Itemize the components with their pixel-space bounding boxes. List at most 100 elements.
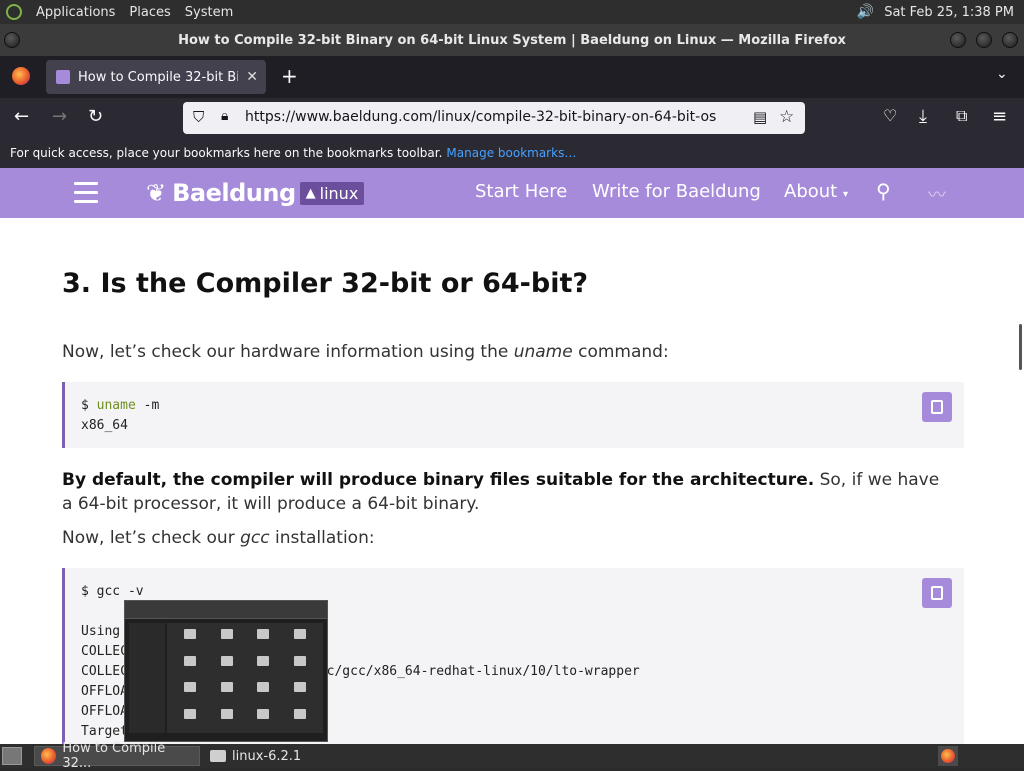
firefox-view-icon[interactable] [12, 67, 30, 85]
section-heading: 3. Is the Compiler 32-bit or 64-bit? [62, 268, 589, 299]
menu-places[interactable]: Places [129, 5, 170, 20]
folder-icon [220, 629, 233, 639]
p2-bold: By default, the compiler will produce bi… [62, 470, 815, 490]
taskbar-item-label: linux-6.2.1 [232, 748, 302, 764]
volume-icon[interactable]: 🔊 [857, 4, 874, 20]
folder-icon [220, 708, 233, 719]
brand-sub-label: linux [319, 183, 359, 203]
menu-applications[interactable]: Applications [36, 5, 115, 20]
paragraph-uname: Now, let’s check our hardware informatio… [62, 340, 942, 364]
tux-icon: ▲ [305, 185, 316, 201]
window-menu-button[interactable] [4, 32, 20, 48]
tab-strip: How to Compile 32-bit Binar ✕ + ⌄ [0, 56, 1024, 98]
folder-icon [257, 708, 270, 719]
firefox-icon [41, 748, 57, 764]
url-text[interactable]: https://www.baeldung.com/linux/compile-3… [245, 109, 716, 125]
scrollbar-thumb[interactable] [1019, 324, 1022, 370]
folder-icon [293, 682, 306, 692]
panel-logo-icon[interactable] [6, 4, 22, 20]
firefox-icon [941, 749, 955, 763]
new-tab-icon[interactable]: + [281, 64, 298, 88]
extensions-icon[interactable]: ⧉ [956, 106, 967, 126]
clipboard-icon [931, 586, 943, 600]
nav-start-here[interactable]: Start Here [475, 181, 567, 202]
forward-icon[interactable]: → [52, 106, 67, 127]
menu-system[interactable]: System [185, 5, 233, 20]
tab-title: How to Compile 32-bit Binar [78, 69, 238, 85]
navigation-toolbar: ← → ↻ ⛉ 🔒︎ https://www.baeldung.com/linu… [0, 98, 1024, 138]
clock[interactable]: Sat Feb 25, 1:38 PM [884, 5, 1014, 20]
taskbar-item-label: How to Compile 32... [62, 741, 166, 771]
p3-post: installation: [269, 528, 375, 548]
list-all-tabs-icon[interactable]: ⌄ [996, 66, 1008, 82]
lock-icon[interactable]: 🔒︎ [221, 108, 228, 124]
pocket-icon[interactable]: ♡ [883, 106, 897, 125]
back-icon[interactable]: ← [14, 106, 29, 127]
folder-icon [184, 655, 197, 666]
folder-icon [293, 708, 306, 719]
folder-icon [220, 682, 233, 692]
show-desktop-icon[interactable] [2, 747, 22, 765]
p3-pre: Now, let’s check our [62, 528, 241, 548]
folder-icon [293, 655, 306, 666]
code-cmd: uname [96, 398, 136, 413]
folder-icon [210, 750, 226, 762]
chevron-down-icon: ▾ [842, 189, 848, 200]
window-preview-thumbnail[interactable] [124, 600, 328, 742]
taskbar-item-folder[interactable]: linux-6.2.1 [204, 746, 307, 766]
downloads-icon[interactable]: ⤓ [919, 106, 927, 127]
reload-icon[interactable]: ↻ [88, 106, 103, 127]
site-logo[interactable]: ❦ Baeldung ▲ linux [146, 178, 365, 208]
window-titlebar[interactable]: How to Compile 32-bit Binary on 64-bit L… [0, 24, 1024, 56]
paragraph-gcc: Now, let’s check our gcc installation: [62, 526, 942, 550]
window-title: How to Compile 32-bit Binary on 64-bit L… [178, 32, 846, 48]
code-gcc-line: $ gcc -v [81, 584, 144, 599]
minimize-button[interactable] [950, 32, 966, 48]
bookmarks-hint: For quick access, place your bookmarks h… [10, 146, 443, 160]
url-bar[interactable]: ⛉ 🔒︎ https://www.baeldung.com/linux/comp… [183, 102, 805, 134]
folder-icon [184, 708, 197, 719]
search-icon[interactable]: ⚲ [876, 179, 891, 203]
shield-icon[interactable]: ⛉ [193, 108, 204, 126]
tab-close-icon[interactable]: ✕ [246, 69, 258, 85]
site-header: ❦ Baeldung ▲ linux Start Here Write for … [0, 168, 1024, 218]
p3-em: gcc [240, 528, 270, 548]
copy-button[interactable] [922, 392, 952, 422]
folder-icon [184, 629, 197, 639]
tab-favicon [56, 70, 70, 84]
paragraph-default: By default, the compiler will produce bi… [62, 468, 942, 516]
manage-bookmarks-link[interactable]: Manage bookmarks… [446, 146, 576, 160]
nav-write-for-baeldung[interactable]: Write for Baeldung [592, 181, 761, 202]
brand-name: Baeldung [172, 179, 296, 207]
taskbar-item-firefox[interactable]: How to Compile 32... [34, 741, 200, 771]
folder-icon [257, 629, 270, 639]
bottom-taskbar: How to Compile 32... linux-6.2.1 [0, 741, 1024, 771]
p1-pre: Now, let’s check our hardware informatio… [62, 342, 514, 362]
brand-sub: ▲ linux [299, 181, 365, 205]
nav-about[interactable]: About ▾ [784, 181, 848, 202]
code-prompt: $ [81, 398, 97, 413]
preview-toolbar [125, 601, 327, 619]
top-panel: Applications Places System 🔊 Sat Feb 25,… [0, 0, 1024, 24]
folder-icon [293, 629, 306, 639]
preview-file-grid [167, 623, 323, 733]
maximize-button[interactable] [976, 32, 992, 48]
p1-post: command: [572, 342, 669, 362]
folder-icon [220, 655, 233, 666]
menu-icon[interactable]: ≡ [992, 106, 1007, 127]
bookmarks-toolbar: For quick access, place your bookmarks h… [0, 138, 1024, 168]
reader-view-icon[interactable]: ▤ [753, 108, 767, 126]
rss-icon[interactable]: 〰 [928, 181, 946, 207]
folder-icon [257, 655, 270, 666]
leaf-icon: ❦ [146, 179, 167, 207]
code-block-uname[interactable]: $ uname -m x86_64 [62, 382, 964, 448]
bookmark-star-icon[interactable]: ☆ [779, 107, 794, 127]
folder-icon [184, 682, 197, 692]
clipboard-icon [931, 400, 943, 414]
p1-em: uname [513, 342, 573, 362]
copy-button[interactable] [922, 578, 952, 608]
firefox-tray-icon[interactable] [938, 746, 958, 766]
hamburger-menu-icon[interactable] [74, 182, 98, 204]
close-window-button[interactable] [1002, 32, 1018, 48]
tab-active[interactable]: How to Compile 32-bit Binar ✕ [46, 60, 266, 94]
